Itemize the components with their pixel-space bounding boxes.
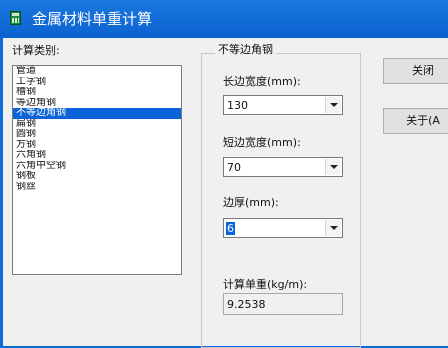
result-label: 计算单重(kg/m): xyxy=(223,278,308,291)
close-button-label: 关闭 xyxy=(412,64,434,77)
thickness-value: 6 xyxy=(226,222,235,235)
chevron-down-icon[interactable] xyxy=(325,220,341,236)
thickness-label: 边厚(mm): xyxy=(223,196,279,209)
long-width-combo[interactable]: 130 xyxy=(223,95,343,115)
category-list-item[interactable]: 不等边角钢 xyxy=(13,108,181,119)
category-list-item[interactable]: 扁钢 xyxy=(13,119,181,130)
result-field[interactable]: 9.2538 xyxy=(223,293,343,315)
long-width-value: 130 xyxy=(227,99,248,112)
category-list-item[interactable]: 六角中空钢 xyxy=(13,161,181,172)
category-listbox[interactable]: 管道 工字钢 槽钢 等边角钢 不等边角钢 扁钢 圆钢 方钢 六角钢 六角中空钢 钢板 钢丝 xyxy=(12,65,182,275)
thickness-combo[interactable]: 6 xyxy=(223,218,343,238)
result-value: 9.2538 xyxy=(227,298,266,311)
category-list-item[interactable]: 钢丝 xyxy=(13,182,181,193)
close-button[interactable]: 关闭 xyxy=(383,58,448,84)
about-button[interactable]: 关于(A xyxy=(383,108,448,134)
category-list-item[interactable]: 圆钢 xyxy=(13,129,181,140)
calculator-icon xyxy=(10,11,21,25)
about-button-label: 关于(A xyxy=(406,114,440,127)
category-list-item[interactable]: 方钢 xyxy=(13,140,181,151)
long-width-label: 长边宽度(mm): xyxy=(223,75,301,88)
short-width-label: 短边宽度(mm): xyxy=(223,136,301,149)
params-group-title: 不等边角钢 xyxy=(215,43,276,56)
dialog-body: 计算类别: 管道 工字钢 槽钢 等边角钢 不等边角钢 扁钢 圆钢 方钢 六角钢 六角中空钢 钢板 钢丝… xyxy=(0,38,448,348)
category-list-item[interactable]: 六角钢 xyxy=(13,150,181,161)
short-width-combo[interactable]: 70 xyxy=(223,157,343,177)
category-list-item[interactable]: 槽钢 xyxy=(13,87,181,98)
window-title: 金属材料单重计算 xyxy=(32,10,153,28)
category-list-item[interactable]: 管道 xyxy=(13,66,181,77)
category-label: 计算类别: xyxy=(12,44,60,57)
chevron-down-icon[interactable] xyxy=(325,159,341,175)
title-bar: 金属材料单重计算 xyxy=(0,0,448,38)
category-list-item[interactable]: 等边角钢 xyxy=(13,98,181,109)
category-list-item[interactable]: 钢板 xyxy=(13,171,181,182)
category-list-item[interactable]: 工字钢 xyxy=(13,77,181,88)
chevron-down-icon[interactable] xyxy=(325,97,341,113)
short-width-value: 70 xyxy=(227,161,241,174)
